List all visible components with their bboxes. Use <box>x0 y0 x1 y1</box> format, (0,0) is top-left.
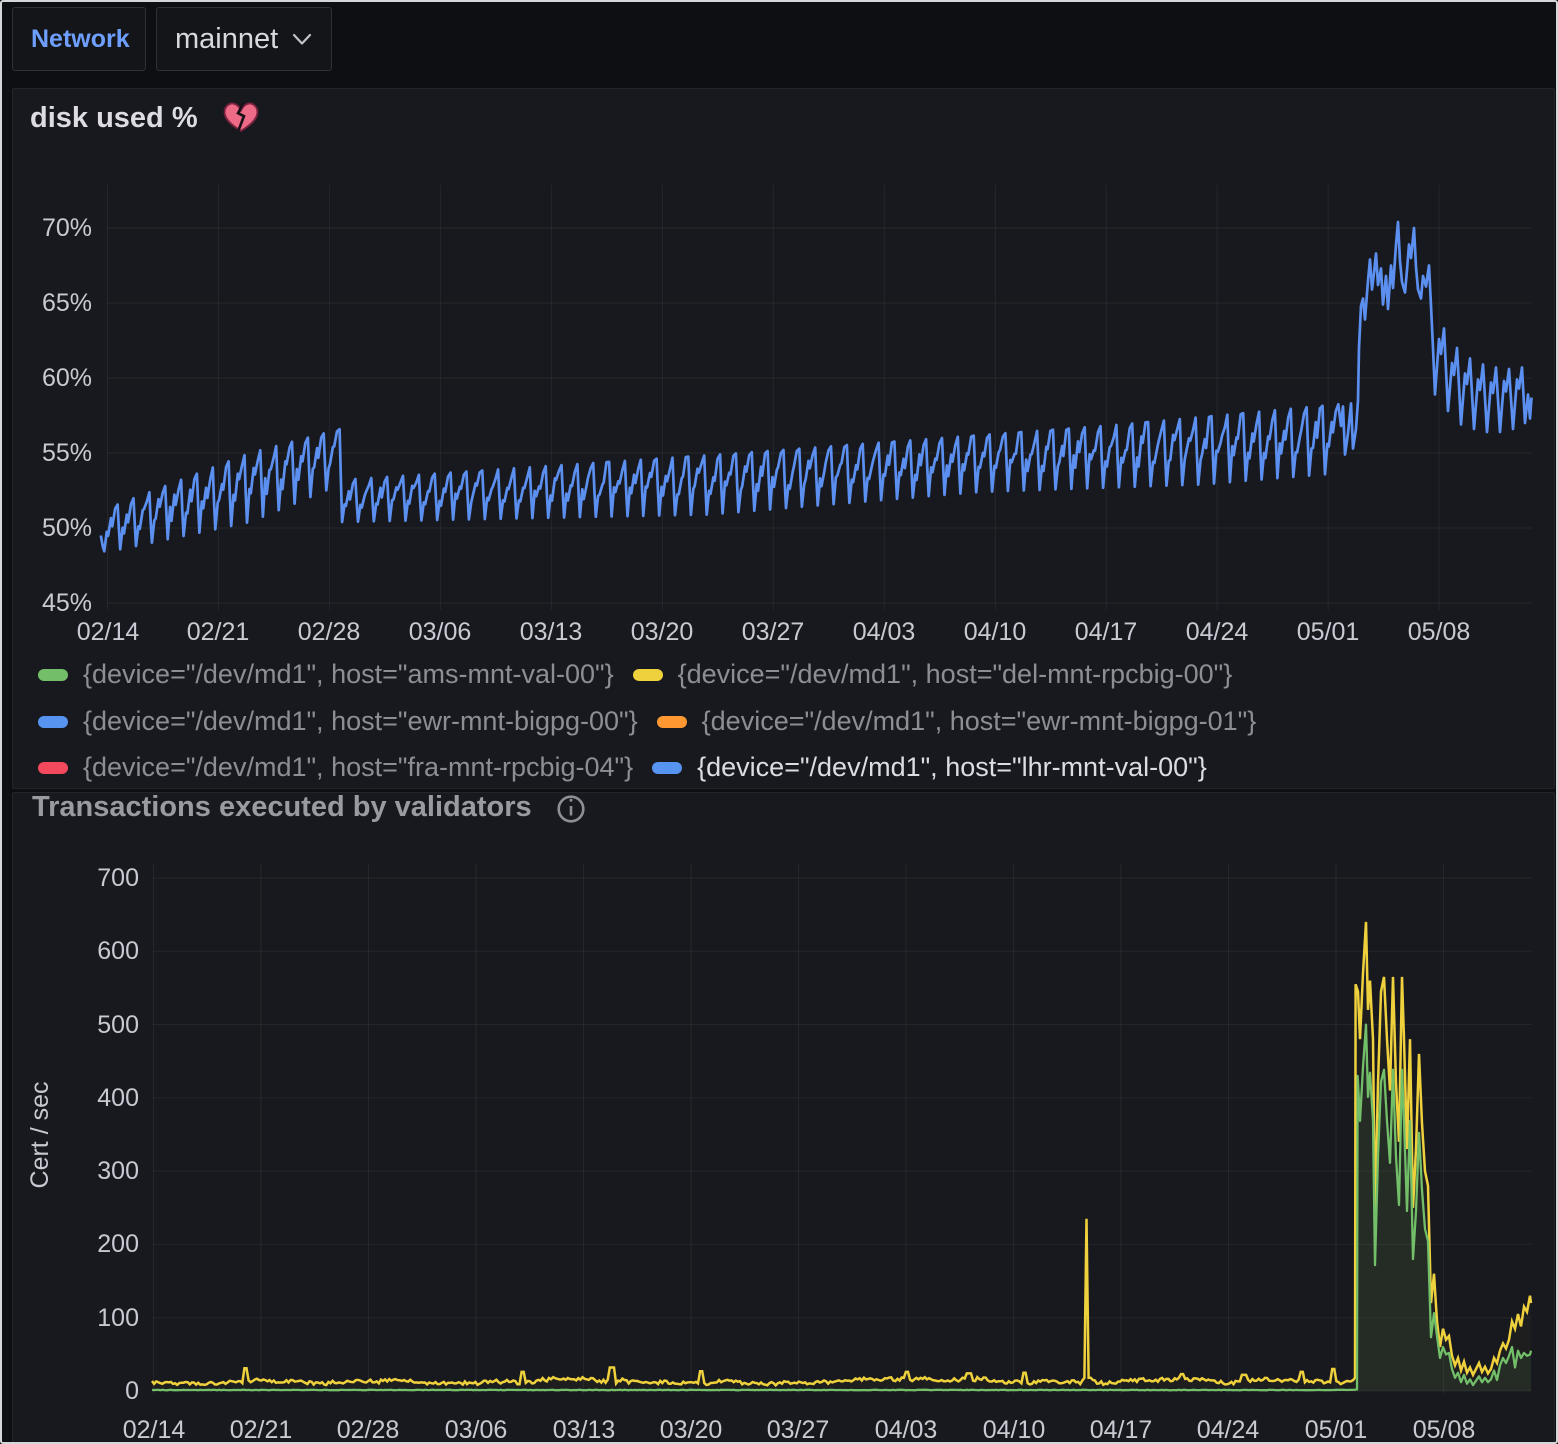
svg-text:03/06: 03/06 <box>445 1416 508 1444</box>
svg-text:03/27: 03/27 <box>742 618 805 646</box>
svg-text:04/03: 04/03 <box>875 1416 938 1444</box>
svg-text:05/08: 05/08 <box>1413 1416 1476 1444</box>
svg-text:Cert / sec: Cert / sec <box>26 1082 54 1189</box>
svg-text:700: 700 <box>97 864 139 892</box>
svg-text:02/28: 02/28 <box>337 1416 400 1444</box>
svg-text:03/20: 03/20 <box>660 1416 723 1444</box>
svg-text:02/14: 02/14 <box>77 618 140 646</box>
svg-text:02/28: 02/28 <box>298 618 361 646</box>
svg-text:03/13: 03/13 <box>553 1416 616 1444</box>
svg-text:500: 500 <box>97 1011 139 1039</box>
svg-text:04/24: 04/24 <box>1186 618 1249 646</box>
svg-text:02/21: 02/21 <box>230 1416 293 1444</box>
svg-text:0: 0 <box>125 1377 139 1405</box>
svg-text:04/17: 04/17 <box>1090 1416 1153 1444</box>
svg-text:03/20: 03/20 <box>631 618 694 646</box>
svg-text:03/06: 03/06 <box>409 618 472 646</box>
svg-text:04/10: 04/10 <box>964 618 1027 646</box>
svg-text:04/24: 04/24 <box>1197 1416 1260 1444</box>
svg-text:05/08: 05/08 <box>1408 618 1471 646</box>
svg-text:400: 400 <box>97 1084 139 1112</box>
svg-text:03/13: 03/13 <box>520 618 583 646</box>
svg-text:03/27: 03/27 <box>767 1416 830 1444</box>
svg-text:45%: 45% <box>42 589 92 617</box>
svg-text:600: 600 <box>97 937 139 965</box>
svg-text:04/17: 04/17 <box>1075 618 1138 646</box>
svg-text:300: 300 <box>97 1157 139 1185</box>
svg-text:04/03: 04/03 <box>853 618 916 646</box>
svg-text:100: 100 <box>97 1304 139 1332</box>
svg-text:02/14: 02/14 <box>123 1416 186 1444</box>
svg-text:60%: 60% <box>42 364 92 392</box>
svg-text:65%: 65% <box>42 289 92 317</box>
svg-text:04/10: 04/10 <box>983 1416 1046 1444</box>
svg-text:05/01: 05/01 <box>1305 1416 1368 1444</box>
svg-text:02/21: 02/21 <box>187 618 250 646</box>
svg-text:200: 200 <box>97 1230 139 1258</box>
svg-text:70%: 70% <box>42 214 92 242</box>
svg-text:05/01: 05/01 <box>1297 618 1360 646</box>
svg-text:55%: 55% <box>42 439 92 467</box>
svg-text:50%: 50% <box>42 514 92 542</box>
